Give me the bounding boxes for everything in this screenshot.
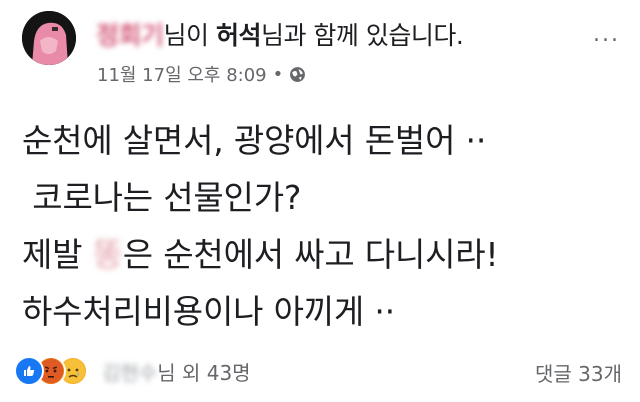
post-line-3-rest: 은 순천에서 싸고 다니시라!: [122, 235, 499, 274]
profile-avatar[interactable]: [22, 11, 76, 65]
reaction-first-name: 김현수: [102, 360, 158, 385]
post-line-4: 하수처리비용이나 아끼게 ··: [22, 292, 395, 331]
globe-icon: [290, 66, 306, 82]
reactions-bar[interactable]: 김현수 님 외 43명: [14, 356, 251, 386]
post-line-1: 순천에 살면서, 광양에서 돈벌어 ··: [22, 121, 487, 160]
comment-count-link[interactable]: 댓글 33개: [535, 358, 622, 387]
post-line-3: 제발 똥은 순천에서 싸고 다니시라!: [22, 226, 622, 283]
like-icon: [14, 356, 44, 386]
author-name[interactable]: 정회기: [96, 21, 164, 50]
post-meta: 11월 17일 오후 8:09 •: [97, 61, 306, 87]
reaction-summary[interactable]: 김현수 님 외 43명: [102, 357, 251, 386]
post-line-2: 코로나는 선물인가?: [22, 169, 622, 226]
more-options-button[interactable]: ...: [593, 22, 620, 47]
meta-separator: •: [272, 63, 284, 85]
post-body: 순천에 살면서, 광양에서 돈벌어 ·· 코로나는 선물인가? 제발 똥은 순천…: [22, 112, 622, 340]
tagged-user-name[interactable]: 허석: [216, 21, 262, 50]
reaction-count-text: 님 외 43명: [157, 360, 251, 385]
post-line-2-text: 코로나는 선물인가?: [22, 178, 302, 217]
avatar-image: [22, 11, 76, 65]
header-text-2: 님과 함께 있습니다.: [260, 21, 464, 50]
post-line-3-start: 제발: [22, 235, 93, 274]
post-timestamp[interactable]: 11월 17일 오후 8:09: [97, 61, 267, 87]
post-header: 정회기님이 허석님과 함께 있습니다.: [96, 16, 464, 52]
post-line-3-blurred: 똥: [92, 235, 123, 274]
header-text-1: 님이: [163, 21, 216, 50]
